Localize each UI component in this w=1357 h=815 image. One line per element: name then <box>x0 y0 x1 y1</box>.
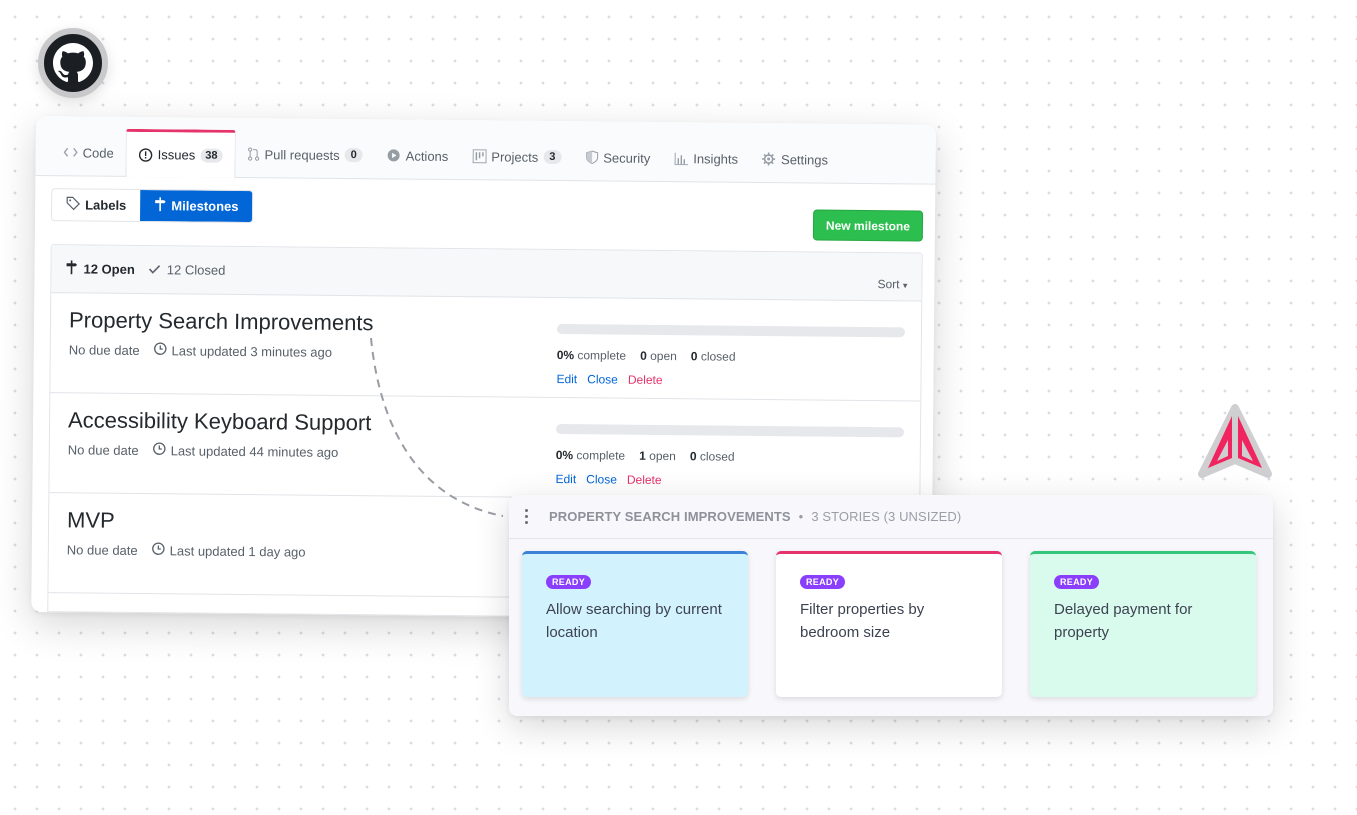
closed-filter[interactable]: 12 Closed <box>149 262 226 278</box>
tag-icon <box>66 196 81 213</box>
milestones-list-header: 12 Open 12 Closed Sort ▾ <box>51 245 922 302</box>
subnav: Labels Milestones New milestone <box>35 176 936 255</box>
labels-milestones-toggle: Labels Milestones <box>50 188 254 224</box>
story-card[interactable]: READY Allow searching by current locatio… <box>522 551 748 697</box>
clock-icon <box>151 542 165 558</box>
brand-logo-icon <box>1198 404 1272 478</box>
open-label: open <box>650 348 677 364</box>
clock-icon <box>153 342 167 358</box>
due-date: No due date <box>67 441 139 458</box>
complete-label: complete <box>577 348 627 363</box>
tab-label: Settings <box>781 151 829 168</box>
code-icon <box>63 146 78 158</box>
project-icon <box>472 149 487 164</box>
play-icon <box>387 148 401 162</box>
milestones-button[interactable]: Milestones <box>140 190 253 223</box>
tab-label: Pull requests <box>264 146 340 163</box>
graph-icon <box>674 152 688 165</box>
open-count: 1 <box>639 448 646 463</box>
gear-icon <box>762 152 776 166</box>
sort-dropdown[interactable]: Sort ▾ <box>877 277 907 291</box>
pull-request-icon <box>247 147 260 161</box>
stories-panel-header: PROPERTY SEARCH IMPROVEMENTS • 3 STORIES… <box>509 495 1273 539</box>
story-title: Filter properties by bedroom size <box>800 601 925 641</box>
milestone-icon <box>65 260 78 277</box>
tab-label: Projects <box>491 148 539 165</box>
check-icon <box>149 262 161 277</box>
open-filter[interactable]: 12 Open <box>65 260 135 278</box>
labels-label: Labels <box>85 197 127 213</box>
caret-down-icon: ▾ <box>902 280 908 291</box>
progress-bar <box>555 424 905 438</box>
story-card[interactable]: READY Filter properties by bedroom size <box>776 551 1002 697</box>
pull-requests-counter: 0 <box>344 147 363 163</box>
new-milestone-button[interactable]: New milestone <box>812 209 924 242</box>
open-label: open <box>649 448 676 464</box>
milestone-row: Property Search Improvements No due date… <box>50 293 922 402</box>
status-badge: READY <box>1054 575 1100 589</box>
tab-code[interactable]: Code <box>51 129 126 176</box>
milestone-icon <box>154 197 166 214</box>
percent-complete: 0% <box>556 348 575 363</box>
tab-projects[interactable]: Projects 3 <box>460 133 573 180</box>
close-link[interactable]: Close <box>586 472 617 486</box>
status-badge: READY <box>546 575 592 589</box>
stories-summary: 3 STORIES (3 UNSIZED) <box>811 509 962 524</box>
percent-complete: 0% <box>555 448 574 463</box>
github-logo-icon <box>38 28 108 98</box>
closed-label: closed <box>699 449 735 464</box>
tab-actions[interactable]: Actions <box>374 132 460 179</box>
stories-panel: PROPERTY SEARCH IMPROVEMENTS • 3 STORIES… <box>509 495 1273 716</box>
last-updated: Last updated 44 minutes ago <box>170 442 339 460</box>
open-count: 0 <box>640 348 647 363</box>
tab-label: Issues <box>157 147 196 163</box>
progress-bar <box>556 324 906 338</box>
story-title: Allow searching by current location <box>546 601 722 641</box>
panel-title: PROPERTY SEARCH IMPROVEMENTS <box>549 509 791 524</box>
tab-label: Actions <box>405 148 449 164</box>
edit-link[interactable]: Edit <box>555 472 576 486</box>
sort-label: Sort <box>877 277 900 292</box>
story-title: Delayed payment for property <box>1054 601 1193 641</box>
last-updated: Last updated 3 minutes ago <box>171 342 333 360</box>
closed-count: 0 <box>689 449 697 464</box>
open-count: 12 Open <box>83 261 135 277</box>
closed-count: 0 <box>690 349 698 364</box>
separator: • <box>798 509 804 524</box>
labels-button[interactable]: Labels <box>52 189 141 222</box>
tab-pull-requests[interactable]: Pull requests 0 <box>235 131 375 178</box>
due-date: No due date <box>66 541 138 558</box>
tab-insights[interactable]: Insights <box>662 135 750 182</box>
tab-issues[interactable]: Issues 38 <box>125 128 236 178</box>
clock-icon <box>152 442 166 458</box>
kebab-menu-icon[interactable] <box>519 509 533 524</box>
delete-link[interactable]: Delete <box>628 373 663 387</box>
tab-settings[interactable]: Settings <box>750 136 840 183</box>
milestone-row: Accessibility Keyboard Support No due da… <box>49 393 921 502</box>
projects-counter: 3 <box>543 149 562 165</box>
story-cards: READY Allow searching by current locatio… <box>522 551 1256 697</box>
repo-tabs: Code Issues 38 Pull requests 0 Actions P… <box>35 116 936 185</box>
shield-icon <box>585 150 598 165</box>
edit-link[interactable]: Edit <box>556 372 577 386</box>
tab-label: Security <box>603 149 651 166</box>
tab-security[interactable]: Security <box>573 134 662 181</box>
close-link[interactable]: Close <box>587 372 618 386</box>
last-updated: Last updated 1 day ago <box>169 542 306 560</box>
issue-opened-icon <box>139 147 153 162</box>
closed-count: 12 Closed <box>166 262 226 278</box>
due-date: No due date <box>68 341 140 358</box>
milestones-label: Milestones <box>171 198 239 214</box>
delete-link[interactable]: Delete <box>627 473 662 487</box>
story-card[interactable]: READY Delayed payment for property <box>1030 551 1256 697</box>
tab-label: Insights <box>693 150 739 167</box>
status-badge: READY <box>800 575 846 589</box>
closed-label: closed <box>700 349 736 364</box>
complete-label: complete <box>576 448 626 463</box>
tab-label: Code <box>82 144 114 161</box>
issues-counter: 38 <box>200 148 223 163</box>
